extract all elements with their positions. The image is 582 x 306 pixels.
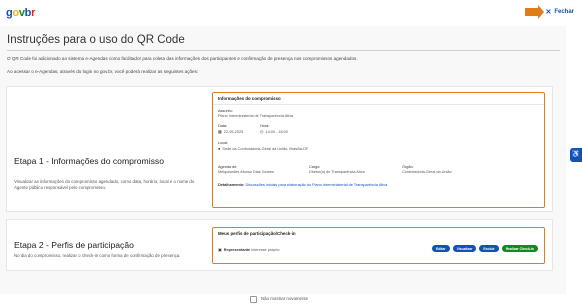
detalhamento-row: Detalhamento: Discussões iniciais para e… xyxy=(218,183,387,187)
checkin-button[interactable]: Realizar Check-In xyxy=(501,245,538,252)
close-label: Fechar xyxy=(554,9,574,15)
profile-actions: Editar Visualizar Excluir Realizar Check… xyxy=(432,245,538,252)
step2-card: Etapa 2 - Perfis de participação No dia … xyxy=(6,219,553,271)
orgao-label: Órgão: xyxy=(402,165,414,169)
arrow-pointer-icon xyxy=(525,5,545,19)
profile-role: ▣ Representante interesse próprio xyxy=(218,247,280,252)
assunto-label: Assunto: xyxy=(218,109,233,113)
dont-show-label[interactable]: Não mostrar novamente xyxy=(261,296,308,301)
assunto-value: Plano Interministerial de Transparência … xyxy=(218,114,294,118)
appointment-info-title: Informações do compromisso xyxy=(218,96,281,101)
data-value: ▦ 22-05-2025 xyxy=(218,129,244,134)
hora-label: Hora: xyxy=(260,124,270,128)
agenda-value: Melquisedes Afonso Dias Gomes xyxy=(218,170,274,174)
detalhamento-label: Detalhamento: xyxy=(218,183,245,187)
cargo-value: Diretor(a) de Transparência Ativa xyxy=(309,170,365,174)
detalhamento-value: Discussões iniciais para elaboração do P… xyxy=(245,183,388,187)
instructions-panel: Instruções para o uso do QR Code O QR Co… xyxy=(0,26,566,294)
step1-title: Etapa 1 - Informações do compromisso xyxy=(14,156,164,166)
top-bar: govbr ✕ Fechar xyxy=(0,0,582,26)
step1-description: Visualizar as informações do compromisso… xyxy=(14,179,195,190)
participation-profiles-box: Meus perfis de participação/Check-in ▣ Re… xyxy=(212,227,545,264)
govbr-logo[interactable]: govbr xyxy=(6,7,35,19)
close-area: ✕ Fechar xyxy=(525,5,574,19)
user-card-icon: ▣ xyxy=(218,247,222,252)
intro-text-2: Ao acessar o e-Agendas, através do login… xyxy=(7,69,199,74)
title-divider xyxy=(7,50,560,51)
edit-button[interactable]: Editar xyxy=(432,245,450,252)
close-icon: ✕ xyxy=(545,9,552,16)
hora-value: ◷ 14:00 - 18:00 xyxy=(260,129,288,134)
dont-show-checkbox[interactable] xyxy=(250,296,257,303)
local-label: Local: xyxy=(218,141,229,145)
agenda-label: Agenda de: xyxy=(218,165,238,169)
appointment-info-box: Informações do compromisso Assunto: Plan… xyxy=(212,92,545,208)
step2-title: Etapa 2 - Perfis de participação xyxy=(14,240,134,250)
calendar-icon: ▦ xyxy=(218,129,222,134)
map-pin-icon: ● xyxy=(218,146,221,151)
box-divider xyxy=(213,104,544,105)
intro-text-1: O QR Code foi adicionado ao sistema e-Ag… xyxy=(7,56,358,61)
step2-description: No dia do compromisso, realizar o check-… xyxy=(14,253,181,258)
step1-card: Etapa 1 - Informações do compromisso Vis… xyxy=(6,86,553,212)
clock-icon: ◷ xyxy=(260,129,264,134)
accessibility-icon[interactable]: ♿ xyxy=(570,148,582,162)
close-button[interactable]: ✕ Fechar xyxy=(545,8,574,16)
orgao-value: Controladoria-Geral da União xyxy=(402,170,452,174)
data-label: Data: xyxy=(218,124,228,128)
view-button[interactable]: Visualizar xyxy=(452,245,477,252)
page-title: Instruções para o uso do QR Code xyxy=(7,34,185,46)
participation-profiles-title: Meus perfis de participação/Check-in xyxy=(218,231,296,236)
delete-button[interactable]: Excluir xyxy=(479,245,499,252)
local-value: ● Sede da Controladoria-Geral da União, B… xyxy=(218,146,309,151)
cargo-label: Cargo: xyxy=(309,165,321,169)
